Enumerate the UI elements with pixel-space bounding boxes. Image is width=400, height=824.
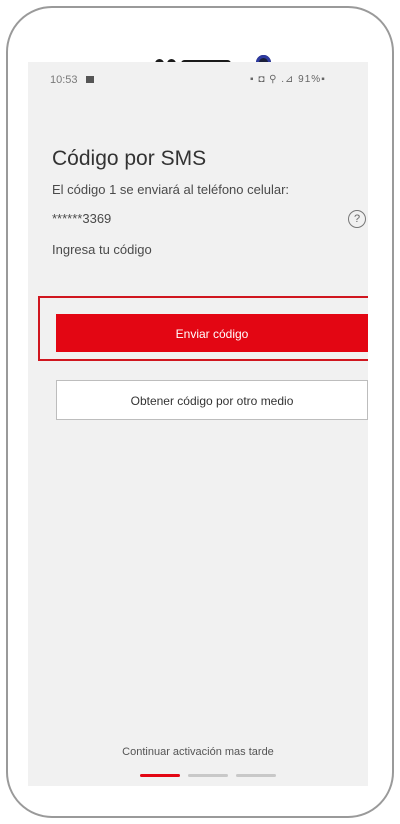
status-icons: ▪ ◘ ⚲ .⊿ 91%▪ bbox=[250, 74, 326, 85]
status-time: 10:53 bbox=[50, 74, 78, 86]
progress-step-1 bbox=[140, 774, 180, 777]
masked-phone-number: ******3369 bbox=[52, 211, 112, 226]
progress-step-2 bbox=[188, 774, 228, 777]
app-screen: 10:53 ▪ ◘ ⚲ .⊿ 91%▪ Código por SMS El có… bbox=[28, 62, 368, 786]
status-bar: 10:53 ▪ ◘ ⚲ .⊿ 91%▪ bbox=[28, 70, 368, 90]
other-method-button[interactable]: Obtener código por otro medio bbox=[56, 380, 368, 420]
help-icon[interactable]: ? bbox=[348, 210, 366, 228]
phone-top-hardware bbox=[8, 24, 392, 70]
page-title: Código por SMS bbox=[52, 147, 207, 170]
code-prompt: Ingresa tu código bbox=[52, 242, 152, 257]
notification-icon bbox=[86, 76, 94, 83]
sms-description: El código 1 se enviará al teléfono celul… bbox=[52, 182, 290, 197]
phone-frame: 10:53 ▪ ◘ ⚲ .⊿ 91%▪ Código por SMS El có… bbox=[6, 6, 394, 818]
continue-later-link[interactable]: Continuar activación mas tarde bbox=[28, 746, 368, 758]
send-code-button[interactable]: Enviar código bbox=[56, 314, 368, 352]
progress-step-3 bbox=[236, 774, 276, 777]
